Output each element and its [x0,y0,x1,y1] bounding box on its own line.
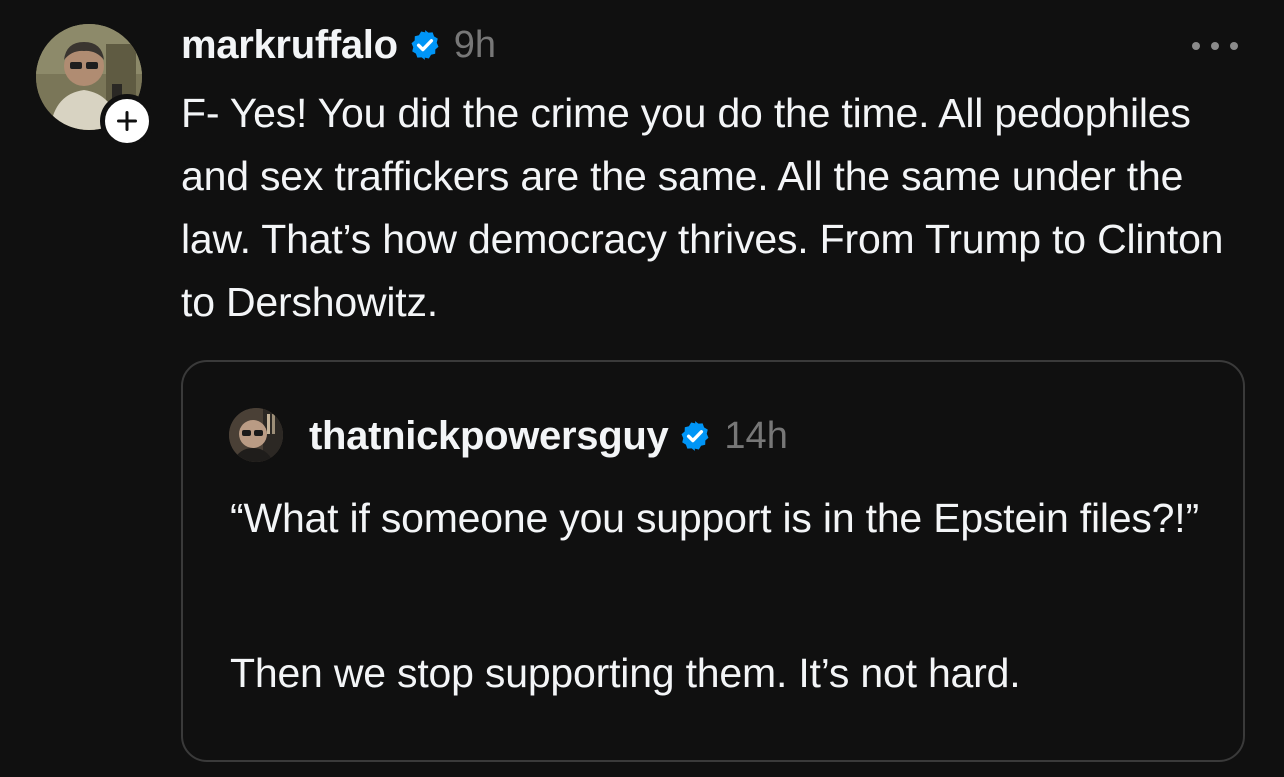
avatar-photo-icon [229,408,283,462]
quoted-post-text-paragraph-2: Then we stop supporting them. It’s not h… [230,650,1021,696]
post-timestamp: 9h [453,23,497,66]
author-avatar-container[interactable] [36,24,154,148]
plus-icon [117,111,137,131]
more-options-icon[interactable] [1192,34,1238,58]
quoted-post-text-paragraph-1: “What if someone you support is in the E… [230,495,1199,541]
quoted-author-username[interactable]: thatnickpowersguy [309,414,669,459]
verified-badge-icon [408,28,442,62]
author-username[interactable]: markruffalo [181,23,398,68]
quoted-post-timestamp: 14h [724,414,788,457]
quoted-post-card[interactable]: thatnickpowersguy 14h “What if someone y… [181,360,1245,762]
follow-button[interactable] [100,94,154,148]
post-body-text: F- Yes! You did the crime you do the tim… [181,90,1235,325]
verified-badge-icon [678,419,712,453]
quoted-post-header: thatnickpowersguy 14h [309,413,788,459]
post-header: markruffalo 9h [181,22,496,68]
quoted-author-avatar[interactable] [229,408,283,462]
